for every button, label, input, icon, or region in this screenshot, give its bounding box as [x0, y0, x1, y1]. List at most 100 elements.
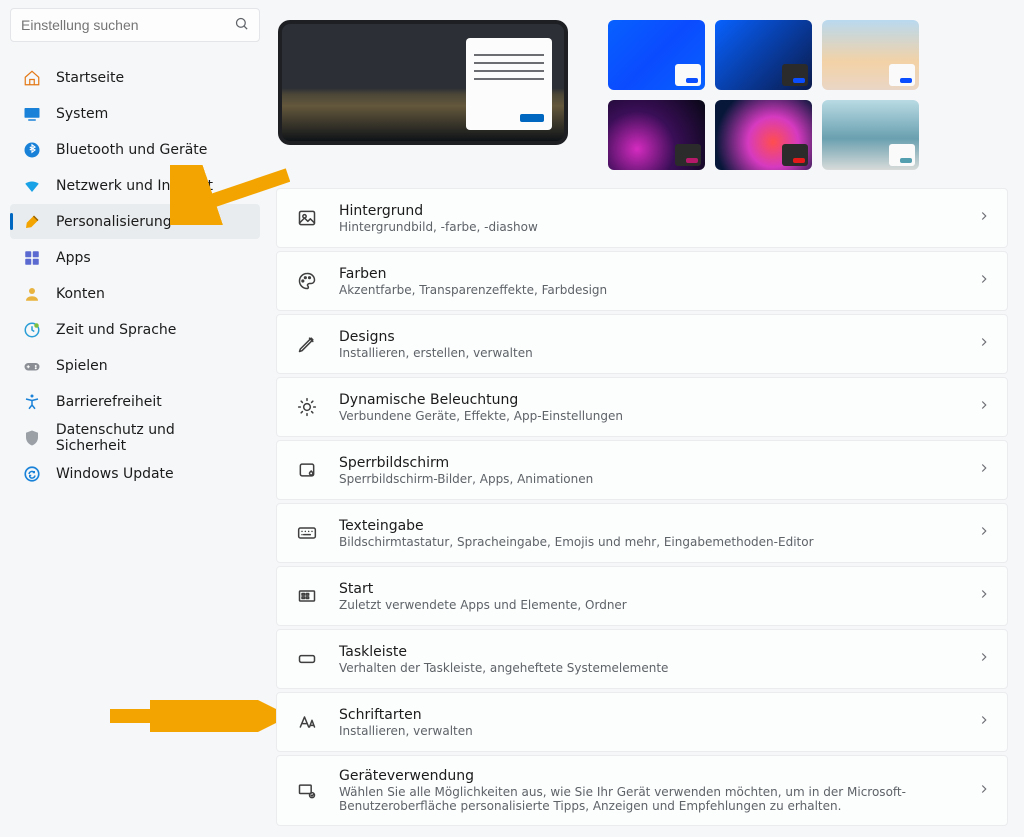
card-light[interactable]: Dynamische Beleuchtung Verbundene Geräte…: [276, 377, 1008, 437]
theme-thumb-2[interactable]: [822, 20, 919, 90]
chevron-right-icon: [977, 209, 991, 227]
person-icon: [22, 284, 42, 304]
card-subtitle: Zuletzt verwendete Apps und Elemente, Or…: [339, 598, 977, 612]
card-subtitle: Wählen Sie alle Möglichkeiten aus, wie S…: [339, 785, 977, 813]
sidebar-item-label: Startseite: [56, 70, 124, 86]
brush-icon: [22, 212, 42, 232]
lock-icon: [293, 460, 321, 480]
card-start[interactable]: Start Zuletzt verwendete Apps und Elemen…: [276, 566, 1008, 626]
card-title: Farben: [339, 266, 977, 282]
card-palette[interactable]: Farben Akzentfarbe, Transparenzeffekte, …: [276, 251, 1008, 311]
card-title: Designs: [339, 329, 977, 345]
sidebar-item-label: Bluetooth und Geräte: [56, 142, 207, 158]
palette-icon: [293, 271, 321, 291]
bluetooth-icon: [22, 140, 42, 160]
sidebar-item-update[interactable]: Windows Update: [10, 456, 260, 491]
card-pen[interactable]: Designs Installieren, erstellen, verwalt…: [276, 314, 1008, 374]
theme-thumb-4[interactable]: [715, 100, 812, 170]
theme-thumbnails: [608, 20, 919, 170]
card-subtitle: Installieren, verwalten: [339, 724, 977, 738]
system-icon: [22, 104, 42, 124]
card-title: Texteingabe: [339, 518, 977, 534]
search-icon: [234, 16, 249, 35]
sidebar-item-brush[interactable]: Personalisierung: [10, 204, 260, 239]
theme-thumb-3[interactable]: [608, 100, 705, 170]
card-subtitle: Sperrbildschirm-Bilder, Apps, Animatione…: [339, 472, 977, 486]
card-title: Schriftarten: [339, 707, 977, 723]
sidebar-item-person[interactable]: Konten: [10, 276, 260, 311]
card-subtitle: Verbundene Geräte, Effekte, App-Einstell…: [339, 409, 977, 423]
main: Hintergrund Hintergrundbild, -farbe, -di…: [270, 0, 1024, 837]
sidebar-item-a11y[interactable]: Barrierefreiheit: [10, 384, 260, 419]
card-title: Start: [339, 581, 977, 597]
chevron-right-icon: [977, 650, 991, 668]
pen-icon: [293, 334, 321, 354]
apps-icon: [22, 248, 42, 268]
device-icon: [293, 781, 321, 801]
chevron-right-icon: [977, 272, 991, 290]
card-subtitle: Installieren, erstellen, verwalten: [339, 346, 977, 360]
sidebar-item-label: Apps: [56, 250, 91, 266]
card-device[interactable]: Geräteverwendung Wählen Sie alle Möglich…: [276, 755, 1008, 826]
card-title: Dynamische Beleuchtung: [339, 392, 977, 408]
picture-icon: [293, 208, 321, 228]
sidebar: Startseite System Bluetooth und Geräte N…: [0, 0, 270, 837]
wifi-icon: [22, 176, 42, 196]
card-title: Sperrbildschirm: [339, 455, 977, 471]
a11y-icon: [22, 392, 42, 412]
chevron-right-icon: [977, 713, 991, 731]
sidebar-item-label: Konten: [56, 286, 105, 302]
theme-thumb-5[interactable]: [822, 100, 919, 170]
nav-list: Startseite System Bluetooth und Geräte N…: [10, 60, 260, 491]
sidebar-item-label: System: [56, 106, 108, 122]
sidebar-item-label: Netzwerk und Internet: [56, 178, 213, 194]
sidebar-item-shield[interactable]: Datenschutz und Sicherheit: [10, 420, 260, 455]
home-icon: [22, 68, 42, 88]
chevron-right-icon: [977, 461, 991, 479]
sidebar-item-bluetooth[interactable]: Bluetooth und Geräte: [10, 132, 260, 167]
sidebar-item-clock[interactable]: Zeit und Sprache: [10, 312, 260, 347]
card-lock[interactable]: Sperrbildschirm Sperrbildschirm-Bilder, …: [276, 440, 1008, 500]
sidebar-item-system[interactable]: System: [10, 96, 260, 131]
sidebar-item-label: Zeit und Sprache: [56, 322, 176, 338]
sidebar-item-apps[interactable]: Apps: [10, 240, 260, 275]
keyboard-icon: [293, 523, 321, 543]
card-taskbar[interactable]: Taskleiste Verhalten der Taskleiste, ang…: [276, 629, 1008, 689]
fonts-icon: [293, 712, 321, 732]
theme-thumb-1[interactable]: [715, 20, 812, 90]
preview-row: [270, 0, 1008, 188]
card-subtitle: Hintergrundbild, -farbe, -diashow: [339, 220, 977, 234]
sidebar-item-wifi[interactable]: Netzwerk und Internet: [10, 168, 260, 203]
theme-thumb-0[interactable]: [608, 20, 705, 90]
sidebar-item-game[interactable]: Spielen: [10, 348, 260, 383]
taskbar-icon: [293, 649, 321, 669]
chevron-right-icon: [977, 587, 991, 605]
start-icon: [293, 586, 321, 606]
chevron-right-icon: [977, 335, 991, 353]
card-title: Taskleiste: [339, 644, 977, 660]
search-box[interactable]: [10, 8, 260, 42]
clock-icon: [22, 320, 42, 340]
update-icon: [22, 464, 42, 484]
shield-icon: [22, 428, 42, 448]
sidebar-item-label: Personalisierung: [56, 214, 172, 230]
sidebar-item-label: Windows Update: [56, 466, 174, 482]
card-subtitle: Verhalten der Taskleiste, angeheftete Sy…: [339, 661, 977, 675]
card-picture[interactable]: Hintergrund Hintergrundbild, -farbe, -di…: [276, 188, 1008, 248]
chevron-right-icon: [977, 524, 991, 542]
sidebar-item-label: Datenschutz und Sicherheit: [56, 422, 248, 454]
light-icon: [293, 397, 321, 417]
chevron-right-icon: [977, 398, 991, 416]
search-input[interactable]: [21, 17, 234, 33]
card-fonts[interactable]: Schriftarten Installieren, verwalten: [276, 692, 1008, 752]
card-title: Geräteverwendung: [339, 768, 977, 784]
card-keyboard[interactable]: Texteingabe Bildschirmtastatur, Sprachei…: [276, 503, 1008, 563]
game-icon: [22, 356, 42, 376]
sidebar-item-label: Barrierefreiheit: [56, 394, 162, 410]
desktop-preview: [278, 20, 568, 145]
chevron-right-icon: [977, 782, 991, 800]
sidebar-item-label: Spielen: [56, 358, 108, 374]
card-subtitle: Bildschirmtastatur, Spracheingabe, Emoji…: [339, 535, 977, 549]
settings-list: Hintergrund Hintergrundbild, -farbe, -di…: [270, 188, 1008, 826]
sidebar-item-home[interactable]: Startseite: [10, 60, 260, 95]
